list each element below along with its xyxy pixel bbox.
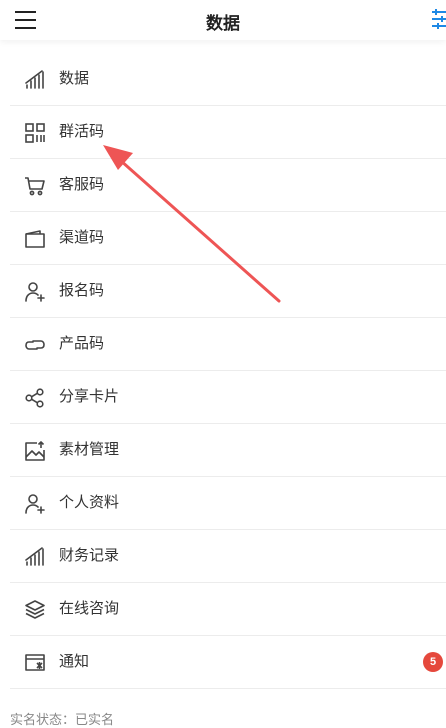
image-upload-icon (24, 440, 46, 462)
menu-item-product-code[interactable]: 产品码 (10, 318, 446, 371)
menu-item-signup-code[interactable]: 报名码 (10, 265, 446, 318)
user-add-icon (24, 493, 46, 515)
top-bar: 数据 (0, 0, 446, 40)
menu-item-label: 素材管理 (59, 441, 120, 458)
menu-item-label: 财务记录 (59, 547, 120, 564)
notification-badge: 5 (423, 652, 443, 672)
menu-item-online-consult[interactable]: 在线咨询 (10, 583, 446, 636)
menu-item-channel-code[interactable]: 渠道码 (10, 212, 446, 265)
menu-item-service-code[interactable]: 客服码 (10, 159, 446, 212)
menu-item-label: 在线咨询 (59, 600, 120, 617)
menu-item-label: 报名码 (59, 282, 105, 299)
menu-item-label: 群活码 (59, 123, 105, 140)
menu-item-finance-records[interactable]: 财务记录 (10, 530, 446, 583)
menu-item-data[interactable]: 数据 (10, 53, 446, 106)
menu-item-share-card[interactable]: 分享卡片 (10, 371, 446, 424)
menu-item-label: 产品码 (59, 335, 105, 352)
shopping-cart-icon (24, 175, 46, 197)
page: 数据 数据 群活码 客服码 渠道码 报名码 产品码 分享卡片 素材管理 个人资料… (0, 0, 446, 728)
share-icon (24, 387, 46, 409)
menu-item-label: 数据 (59, 70, 90, 87)
menu-item-label: 个人资料 (59, 494, 120, 511)
chart-bars-icon (24, 69, 46, 91)
notification-card-icon (24, 652, 46, 674)
menu-item-profile[interactable]: 个人资料 (10, 477, 446, 530)
wallet-icon (24, 228, 46, 250)
page-title: 数据 (206, 14, 240, 33)
menu-item-label: 渠道码 (59, 229, 105, 246)
menu-item-label: 通知 (59, 653, 90, 670)
verification-status: 实名状态：已实名 (10, 712, 115, 727)
link-icon (24, 334, 46, 356)
menu-item-materials[interactable]: 素材管理 (10, 424, 446, 477)
layers-icon (24, 599, 46, 621)
menu-list: 数据 群活码 客服码 渠道码 报名码 产品码 分享卡片 素材管理 个人资料 财务… (10, 53, 446, 689)
qr-grid-icon (24, 122, 46, 144)
menu-item-notifications[interactable]: 通知 5 (10, 636, 446, 689)
menu-item-group-code[interactable]: 群活码 (10, 106, 446, 159)
menu-item-label: 分享卡片 (59, 388, 120, 405)
chart-bars-icon (24, 546, 46, 568)
menu-item-label: 客服码 (59, 176, 105, 193)
filter-settings-icon[interactable] (430, 8, 446, 30)
user-add-icon (24, 281, 46, 303)
